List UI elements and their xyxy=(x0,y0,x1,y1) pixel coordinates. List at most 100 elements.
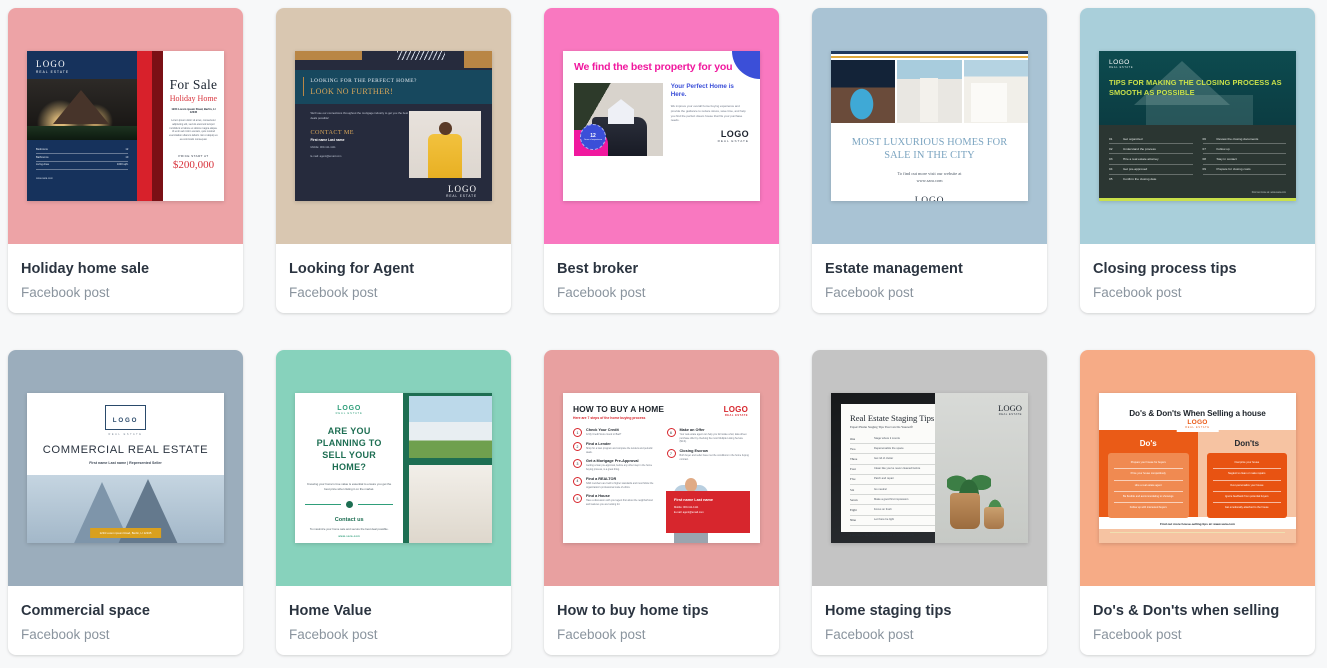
item-text: Go neutral xyxy=(874,487,887,491)
step-title: Get a Mortgage Pre-Approval xyxy=(586,459,639,464)
contact-email: E-mail: agent@email.com xyxy=(674,511,704,515)
house-photo xyxy=(27,79,138,140)
tips-column-left: 01 Get organized 02 Understand the process… xyxy=(1109,134,1193,184)
card-thumbnail[interactable]: LOGO REAL ESTATE TIPS FOR MAKING THE CLO… xyxy=(1080,8,1315,244)
card-subtitle: Facebook post xyxy=(1093,627,1182,643)
item-number: Six xyxy=(850,487,855,492)
step-item: 2 Find a Lender Shop for a loan program an… xyxy=(573,442,657,454)
tip-text: Hire a real estate attorney xyxy=(1123,156,1159,161)
poster-preview: LOOKING FOR THE PERFECT HOME? LOOK NO FU… xyxy=(295,51,492,201)
tip-text: Review the closing documents xyxy=(1216,136,1259,141)
poster-logo: LOGO xyxy=(1109,59,1130,66)
step-item: 4 Find a REALTOR NAR members are held to h… xyxy=(573,476,657,489)
staging-item: Eight Focus on fresh xyxy=(850,505,941,516)
step-text: Both buyer and seller have met the condi… xyxy=(679,454,749,461)
step-number: 6 xyxy=(666,428,676,437)
do-list: Prepare your house for buyers Price your… xyxy=(1108,453,1189,519)
template-gallery-grid: LOGO REAL ESTATE Bedrooms 12 Bathrooms 10 … xyxy=(0,0,1327,663)
item-number: Eight xyxy=(850,507,857,512)
poster-heading: We find the best property for you xyxy=(574,61,733,73)
logo-box: LOGO xyxy=(104,405,147,430)
card-thumbnail[interactable]: LOGO REAL ESTATE ARE YOU PLANNING TO SEL… xyxy=(276,350,511,586)
poster-heading: TIPS FOR MAKING THE CLOSING PROCESS AS S… xyxy=(1109,78,1282,97)
contact-label: Contact us xyxy=(334,517,364,524)
step-title: Find a REALTOR xyxy=(586,476,617,481)
card-thumbnail[interactable]: LOGO REAL ESTATE Bedrooms 12 Bathrooms 10 … xyxy=(8,8,243,244)
card-subtitle: Facebook post xyxy=(289,285,378,301)
tips-column-right: 06 Review the closing documents 07 Follow … xyxy=(1202,134,1286,184)
do-item: Follow up with interested buyers xyxy=(1129,506,1167,510)
tip-number: 04 xyxy=(1109,167,1113,172)
poster-heading: LOOK NO FURTHER! xyxy=(310,87,394,97)
poster-heading: MOST LUXURIOUS HOMES FOR SALE IN THE CIT… xyxy=(851,136,1008,161)
spec-value: 10 xyxy=(125,155,129,159)
card-thumbnail[interactable]: Do's & Don'ts When Selling a house LOGO … xyxy=(1080,350,1315,586)
poster-heading: ARE YOU PLANNING TO SELL YOUR HOME? xyxy=(316,426,382,473)
dont-item: Over-personalize your house xyxy=(1212,481,1281,492)
step-title: Check Your Credit xyxy=(586,428,619,432)
dont-list: Overprice your house Neglect to clean or… xyxy=(1206,453,1287,519)
card-thumbnail[interactable]: LOGO REAL ESTATE COMMERCIAL REAL ESTATE … xyxy=(8,350,243,586)
poster-heading: COMMERCIAL REAL ESTATE xyxy=(42,443,209,456)
tip-number: 08 xyxy=(1202,156,1206,161)
item-text: Make a good first impression xyxy=(874,497,909,501)
poster-footer: Learn more tips from expert realtors at:… xyxy=(850,532,914,537)
poster-heading: For Sale xyxy=(169,77,218,92)
spec-row: Bathrooms 10 xyxy=(36,154,129,162)
divider-dot xyxy=(345,501,353,509)
staging-item: Three Get rid of clutter xyxy=(850,454,941,465)
template-card-dos-and-donts-when-selling[interactable]: Do's & Don'ts When Selling a house LOGO … xyxy=(1080,350,1315,655)
card-thumbnail[interactable]: Real Estate Staging Tips Expert Home Sta… xyxy=(812,350,1047,586)
dont-item: Overprice your house xyxy=(1212,458,1281,470)
spec-label: Living Area xyxy=(36,163,49,167)
do-heading: Do's xyxy=(1139,439,1157,448)
step-text: Getting a loan pre-approval, before any … xyxy=(586,464,653,472)
tip-text: Stay in contact xyxy=(1216,156,1237,161)
contact-label: CONTACT ME xyxy=(310,129,354,137)
item-text: Depersonalize the space xyxy=(874,446,904,450)
template-card-estate-management[interactable]: MOST LUXURIOUS HOMES FOR SALE IN THE CIT… xyxy=(812,8,1047,313)
template-card-best-broker[interactable]: We find the best property for you 12 Yea… xyxy=(544,8,779,313)
tip-number: 02 xyxy=(1109,146,1113,151)
item-number: Nine xyxy=(850,518,857,523)
staging-item: Four Clean like you've never cleaned befo… xyxy=(850,465,941,475)
poster-website: www.sara.com xyxy=(36,176,53,180)
step-text: NAR members are held to higher standards… xyxy=(586,481,654,489)
card-meta: Commercial space Facebook post xyxy=(8,586,243,655)
poster-logo-sub: REAL ESTATE xyxy=(108,432,143,436)
item-text: Let there be light xyxy=(874,518,895,522)
poster-logo-sub: REAL ESTATE xyxy=(446,194,478,199)
poster-logo: LOGO xyxy=(720,129,749,140)
template-card-home-staging-tips[interactable]: Real Estate Staging Tips Expert Home Sta… xyxy=(812,350,1047,655)
step-text: Have a discussion with your agent first … xyxy=(586,499,653,507)
home-photos xyxy=(403,393,492,543)
step-title: Find a Lender xyxy=(586,442,611,446)
poster-preview: We find the best property for you 12 Yea… xyxy=(563,51,760,201)
template-card-looking-for-agent[interactable]: LOOKING FOR THE PERFECT HOME? LOOK NO FU… xyxy=(276,8,511,313)
template-card-how-to-buy-home-tips[interactable]: HOW TO BUY A HOME Here are 7 steps of th… xyxy=(544,350,779,655)
item-text: Stage where it counts xyxy=(874,436,900,440)
template-card-home-value[interactable]: LOGO REAL ESTATE ARE YOU PLANNING TO SEL… xyxy=(276,350,511,655)
template-card-closing-process-tips[interactable]: LOGO REAL ESTATE TIPS FOR MAKING THE CLO… xyxy=(1080,8,1315,313)
template-card-holiday-home-sale[interactable]: LOGO REAL ESTATE Bedrooms 12 Bathrooms 10 … xyxy=(8,8,243,313)
poster-logo-sub: REAL ESTATE xyxy=(1109,66,1134,69)
poster-body: We'll use our connections throughout the… xyxy=(310,111,409,120)
item-number: One xyxy=(850,436,856,441)
card-thumbnail[interactable]: MOST LUXURIOUS HOMES FOR SALE IN THE CIT… xyxy=(812,8,1047,244)
card-subtitle: Facebook post xyxy=(825,285,914,301)
template-card-commercial-space[interactable]: LOGO REAL ESTATE COMMERCIAL REAL ESTATE … xyxy=(8,350,243,655)
property-photo-strip xyxy=(831,59,1028,123)
card-subtitle: Facebook post xyxy=(21,285,110,301)
card-subtitle: Facebook post xyxy=(557,627,646,643)
logo-badge: LOGO REAL ESTATE xyxy=(1176,416,1219,432)
card-title: Looking for Agent xyxy=(289,261,415,277)
do-item: Be flexible and accommodating to showing… xyxy=(1114,492,1183,504)
tip-item: 01 Get organized xyxy=(1109,134,1193,145)
tip-text: Prepare for closing costs xyxy=(1216,167,1251,172)
card-thumbnail[interactable]: We find the best property for you 12 Yea… xyxy=(544,8,779,244)
card-thumbnail[interactable]: LOOKING FOR THE PERFECT HOME? LOOK NO FU… xyxy=(276,8,511,244)
do-item: Price your house competitively xyxy=(1114,469,1183,481)
card-thumbnail[interactable]: HOW TO BUY A HOME Here are 7 steps of th… xyxy=(544,350,779,586)
poster-logo: LOGO xyxy=(998,403,1022,413)
experience-badge: 12 Years of experience xyxy=(580,124,606,151)
